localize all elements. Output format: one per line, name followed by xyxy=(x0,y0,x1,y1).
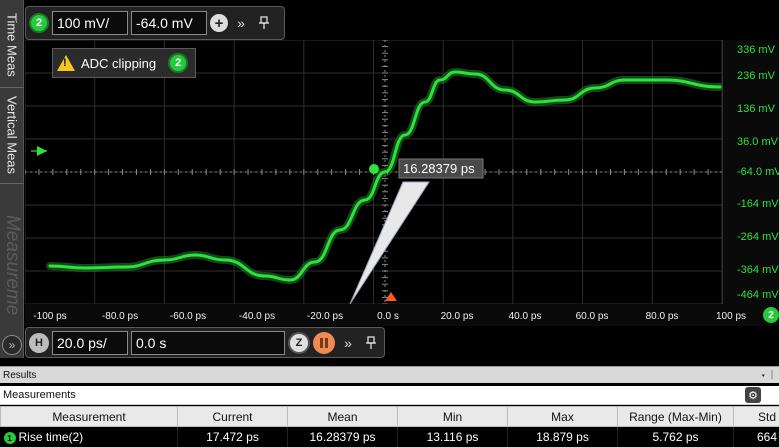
column-header[interactable]: Range (Max-Min) xyxy=(617,406,734,427)
horizontal-badge[interactable]: H xyxy=(29,332,49,353)
double-chevron-right-icon[interactable]: » xyxy=(2,335,22,355)
time-tick-label: 40.0 ps xyxy=(508,311,542,322)
voltage-tick-label: -64.0 mV xyxy=(737,166,779,178)
time-tick-label: 100 ps xyxy=(715,311,747,322)
column-header[interactable]: Std xyxy=(733,406,779,427)
time-axis-channel-badge: 2 xyxy=(763,307,779,323)
tab-vertical-meas[interactable]: Vertical Meas xyxy=(0,88,24,184)
table-header-row: Measurement Current Mean Min Max Range (… xyxy=(0,406,779,427)
voltage-tick-label: 236 mV xyxy=(737,70,775,82)
table-row[interactable]: 1 Rise time(2) 17.472 ps 16.28379 ps 13.1… xyxy=(0,426,779,447)
voltage-tick-label: -464 mV xyxy=(737,289,779,301)
time-tick-label: -100 ps xyxy=(33,311,67,322)
voltage-tick-label: 336 mV xyxy=(737,44,775,56)
vertical-scale-field[interactable]: 100 mV/ xyxy=(52,11,128,35)
column-header[interactable]: Min xyxy=(397,406,508,427)
results-header: Results ▾ ᛁ xyxy=(0,366,779,383)
adc-channel-badge: 2 xyxy=(168,53,189,73)
trigger-marker[interactable] xyxy=(385,292,397,301)
tab-vertical-meas-label: Vertical Meas xyxy=(4,96,20,175)
current-cell: 17.472 ps xyxy=(177,426,288,447)
time-tick-label: 0.0 s xyxy=(377,311,399,322)
range-cell: 5.762 ps xyxy=(617,426,734,447)
pin-icon[interactable] xyxy=(361,332,381,354)
time-tick-label: 60.0 ps xyxy=(575,311,609,322)
measurements-header: Measurements ⚙ xyxy=(0,386,779,405)
mean-cell: 16.28379 ps xyxy=(287,426,398,447)
horizontal-toolbar: H 20.0 ps/ 0.0 s Z » xyxy=(25,327,385,358)
waveform-svg: 16.28379 ps xyxy=(25,40,722,304)
tab-measure-label: Measureme xyxy=(2,214,23,316)
gear-icon[interactable]: ⚙ xyxy=(745,387,761,403)
tab-time-meas-label: Time Meas xyxy=(4,12,20,77)
double-chevron-right-icon[interactable]: » xyxy=(338,332,358,354)
double-chevron-right-icon[interactable]: » xyxy=(231,12,251,34)
column-header[interactable]: Current xyxy=(177,406,288,427)
voltage-tick-label: 136 mV xyxy=(737,103,775,115)
voltage-tick-label: -264 mV xyxy=(737,231,779,243)
adc-clipping-text: ADC clipping xyxy=(81,55,157,71)
voltage-tick-label: 36.0 mV xyxy=(737,136,778,148)
tab-measure[interactable]: Measureme xyxy=(0,200,24,330)
voltage-tick-label: -364 mV xyxy=(737,264,779,276)
vertical-toolbar: 2 100 mV/ -64.0 mV + » xyxy=(25,6,285,40)
side-tab-strip: Time Meas Vertical Meas Measureme » xyxy=(0,0,24,358)
channel-badge[interactable]: 2 xyxy=(29,13,49,33)
warning-icon: ! xyxy=(57,55,75,71)
tab-time-meas[interactable]: Time Meas xyxy=(0,2,24,88)
row-channel-badge: 1 xyxy=(3,432,16,445)
time-tick-label: 80.0 ps xyxy=(645,311,679,322)
adc-clipping-banner: ! ADC clipping 2 xyxy=(52,48,196,78)
timebase-field[interactable]: 20.0 ps/ xyxy=(52,330,128,355)
column-header[interactable]: Max xyxy=(507,406,618,427)
pin-icon[interactable] xyxy=(254,12,274,34)
cursor-readout: 16.28379 ps xyxy=(403,161,475,176)
measurement-name-cell: 1 Rise time(2) xyxy=(0,426,178,447)
zoom-button[interactable]: Z xyxy=(288,331,310,354)
measurements-title: Measurements xyxy=(3,389,76,401)
time-tick-label: -40.0 ps xyxy=(238,311,276,322)
voltage-axis: 336 mV 236 mV 136 mV 36.0 mV -64.0 mV -164 mV… xyxy=(722,40,779,304)
column-header[interactable]: Mean xyxy=(287,406,398,427)
time-tick-label: -80.0 ps xyxy=(101,311,139,322)
delay-field[interactable]: 0.0 s xyxy=(131,330,285,355)
crossing-marker xyxy=(369,164,379,174)
results-controls[interactable]: ▾ ᛁ xyxy=(760,370,779,381)
time-axis: -100 ps -80.0 ps -60.0 ps -40.0 ps -20.0 ps 0… xyxy=(25,304,779,326)
min-cell: 13.116 ps xyxy=(397,426,508,447)
measurement-name: Rise time(2) xyxy=(18,430,84,445)
waveform-plot[interactable]: 16.28379 ps xyxy=(25,40,722,304)
results-title: Results xyxy=(3,369,37,381)
voltage-tick-label: -164 mV xyxy=(737,198,779,210)
plus-icon[interactable]: + xyxy=(210,14,228,32)
max-cell: 18.879 ps xyxy=(507,426,618,447)
time-tick-label: -20.0 ps xyxy=(306,311,344,322)
time-tick-label: -60.0 ps xyxy=(169,311,207,322)
vertical-offset-field[interactable]: -64.0 mV xyxy=(131,11,207,35)
time-tick-label: 20.0 ps xyxy=(440,311,474,322)
measurements-table: Measurement Current Mean Min Max Range (… xyxy=(0,406,779,447)
std-cell: 664 xyxy=(733,426,779,447)
stop-icon[interactable] xyxy=(313,331,335,354)
column-header[interactable]: Measurement xyxy=(0,406,178,427)
